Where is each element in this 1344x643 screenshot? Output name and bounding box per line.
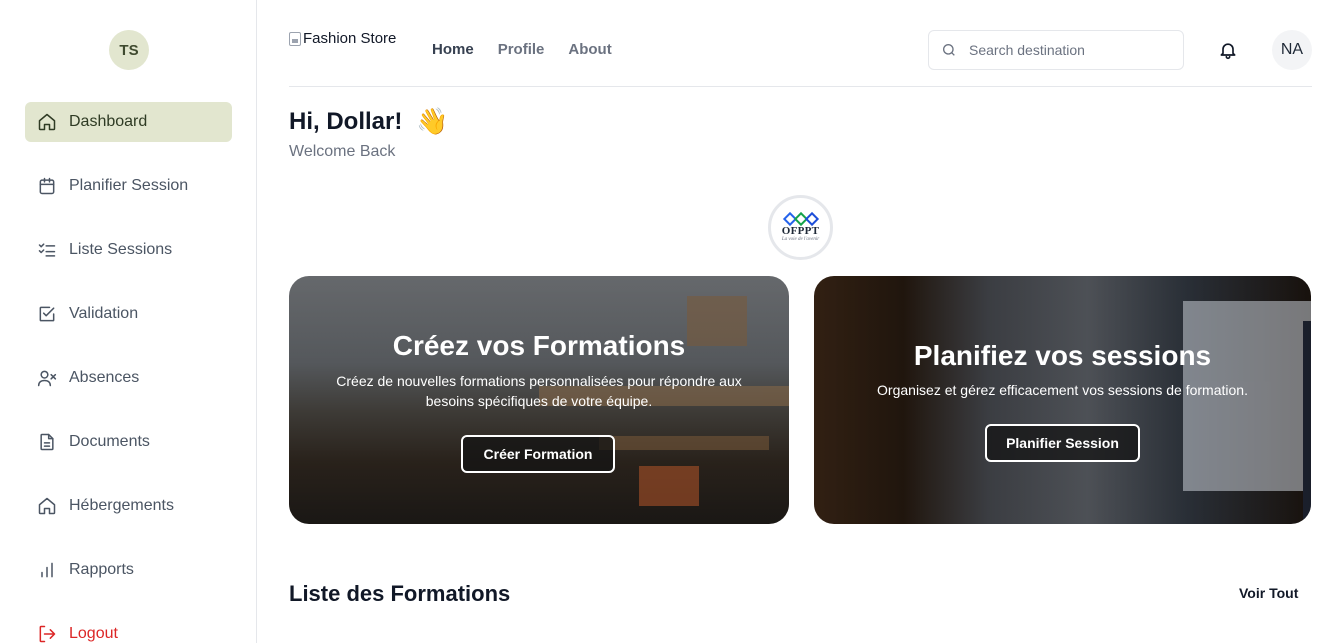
sidebar-item-planifier-session[interactable]: Planifier Session	[25, 166, 232, 206]
broken-image-icon	[289, 31, 301, 46]
sidebar-item-label: Documents	[69, 433, 150, 450]
sidebar-item-label: Hébergements	[69, 497, 174, 514]
create-formation-card: Créez vos Formations Créez de nouvelles …	[289, 276, 789, 524]
bell-icon	[1220, 43, 1236, 60]
greeting-title: Hi, Dollar! 👋	[289, 106, 449, 137]
card-description: Organisez et gérez efficacement vos sess…	[877, 382, 1248, 398]
app-logo-avatar: TS	[109, 30, 149, 70]
user-avatar[interactable]: NA	[1272, 30, 1312, 70]
sidebar-item-label: Planifier Session	[69, 177, 189, 194]
plan-session-card: Planifiez vos sessions Organisez et gére…	[814, 276, 1311, 524]
file-text-icon	[37, 432, 57, 452]
greeting-subtitle: Welcome Back	[289, 143, 396, 160]
sidebar-item-logout[interactable]: Logout	[25, 614, 232, 643]
card-title: Planifiez vos sessions	[913, 340, 1212, 371]
sidebar-item-label: Validation	[69, 305, 139, 322]
user-x-icon	[37, 368, 57, 388]
home-icon	[37, 496, 57, 516]
card-title: Créez vos Formations	[392, 330, 686, 361]
nav-link-about[interactable]: About	[568, 41, 611, 58]
nav-link-home[interactable]: Home	[432, 41, 474, 58]
formations-section-title: Liste des Formations	[289, 581, 511, 606]
sidebar-item-rapports[interactable]: Rapports	[25, 550, 232, 590]
sidebar-item-label: Dashboard	[69, 113, 148, 130]
list-checks-icon	[37, 240, 57, 260]
ofppt-logo-tagline: La voie de l'avenir	[781, 236, 820, 242]
sidebar-item-label: Logout	[69, 625, 118, 642]
ofppt-logo: OFPPT La voie de l'avenir	[768, 195, 833, 260]
sidebar-item-label: Liste Sessions	[69, 241, 173, 258]
plan-session-button[interactable]: Planifier Session	[985, 424, 1140, 462]
calendar-icon	[37, 176, 57, 196]
sidebar-item-label: Absences	[69, 369, 140, 386]
top-nav: Home Profile About	[432, 41, 612, 58]
sidebar-item-validation[interactable]: Validation	[25, 294, 232, 334]
sidebar-item-label: Rapports	[69, 561, 134, 578]
bar-chart-icon	[37, 560, 57, 580]
presentation-image	[1182, 301, 1311, 524]
sidebar-item-absences[interactable]: Absences	[25, 358, 232, 398]
search-input[interactable]	[969, 42, 1169, 58]
sidebar: TS Dashboard Planifier Session Liste Ses…	[0, 0, 257, 643]
notifications-button[interactable]	[1216, 38, 1240, 62]
search-icon	[943, 44, 955, 56]
header-divider	[289, 86, 1312, 87]
sidebar-item-documents[interactable]: Documents	[25, 422, 232, 462]
view-all-link[interactable]: Voir Tout	[1239, 585, 1298, 601]
create-formation-button[interactable]: Créer Formation	[461, 435, 615, 473]
waving-hand-icon: 👋	[416, 106, 449, 136]
brand-logo[interactable]: Fashion Store	[289, 30, 396, 47]
nav-link-profile[interactable]: Profile	[498, 41, 545, 58]
ofppt-emblem-icon	[782, 211, 819, 226]
greeting-text: Hi, Dollar!	[289, 107, 403, 135]
sidebar-item-dashboard[interactable]: Dashboard	[25, 102, 232, 142]
brand-alt-text: Fashion Store	[303, 30, 397, 47]
home-icon	[37, 112, 57, 132]
sidebar-item-hebergements[interactable]: Hébergements	[25, 486, 232, 526]
check-square-icon	[37, 304, 57, 324]
search-box[interactable]	[928, 30, 1184, 70]
logout-icon	[37, 624, 57, 643]
card-description: Créez de nouvelles formations personnali…	[336, 373, 742, 409]
sidebar-item-liste-sessions[interactable]: Liste Sessions	[25, 230, 232, 270]
